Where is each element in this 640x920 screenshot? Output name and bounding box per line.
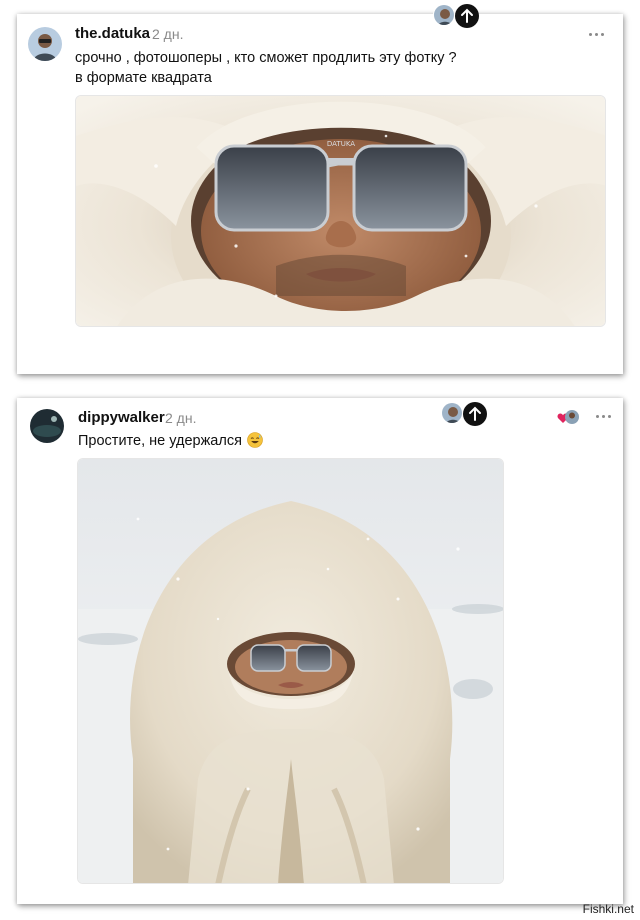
avatar: [565, 410, 579, 424]
scroll-up-button[interactable]: [463, 402, 487, 426]
arrow-up-icon: [461, 8, 473, 23]
arrow-up-icon: [469, 406, 481, 421]
watermark: Fishki.net: [582, 902, 634, 916]
glasses-brand-text: DATUKA: [327, 140, 355, 148]
post-text: Простите, не удержался: [78, 431, 263, 451]
post-image[interactable]: [77, 458, 504, 884]
reactions[interactable]: [557, 410, 581, 424]
avatar[interactable]: [30, 409, 64, 443]
more-horizontal-icon: [596, 415, 599, 418]
avatar[interactable]: [433, 4, 455, 26]
timestamp: 2 дн.: [152, 26, 184, 42]
post-text-line: в формате квадрата: [75, 70, 212, 86]
timestamp: 2 дн.: [165, 410, 197, 426]
scroll-up-button[interactable]: [455, 4, 479, 28]
more-options-button[interactable]: [587, 30, 609, 40]
username[interactable]: the.datuka: [75, 25, 150, 42]
more-options-button[interactable]: [594, 412, 616, 422]
post-card: dippywalker 2 дн. Простите, не удержался: [17, 398, 623, 904]
post-card: the.datuka 2 дн. срочно , фотошоперы , к…: [17, 4, 623, 374]
more-horizontal-icon: [589, 33, 592, 36]
username[interactable]: dippywalker: [78, 409, 165, 426]
post-image[interactable]: DATUKA: [75, 95, 606, 327]
avatar[interactable]: [28, 27, 62, 61]
avatar[interactable]: [441, 402, 463, 424]
post-text: срочно , фотошоперы , кто сможет продлит…: [75, 48, 595, 88]
sweat-smile-icon: [247, 432, 263, 448]
post-text-line: срочно , фотошоперы , кто сможет продлит…: [75, 50, 457, 66]
post-text-line: Простите, не удержался: [78, 433, 242, 449]
